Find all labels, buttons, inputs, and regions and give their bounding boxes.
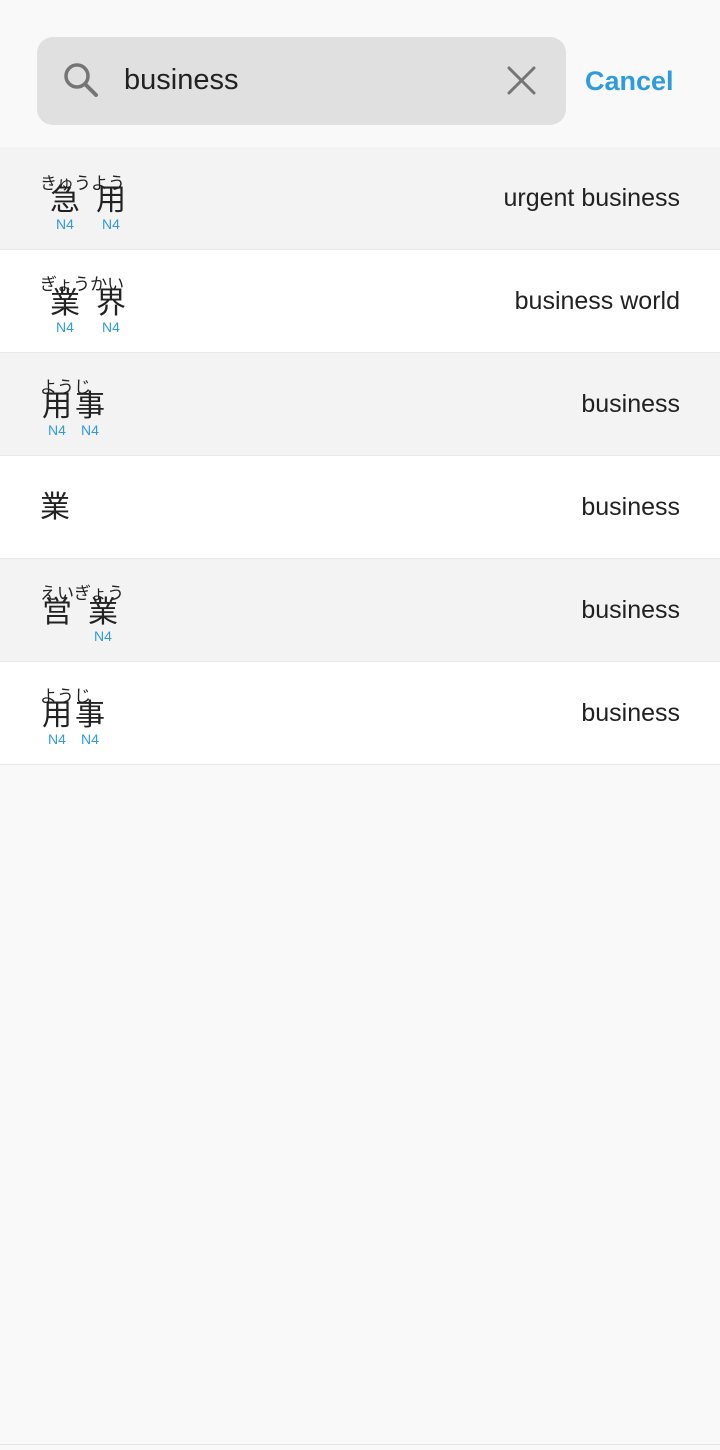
result-row[interactable]: 業 business	[0, 456, 720, 559]
kanji: 界	[96, 286, 126, 321]
kanji-cell: 事 N4	[75, 389, 105, 438]
results-list: きゅうよう 急 N4 用 N4 urgent business ぎょうかい 業 …	[0, 147, 720, 765]
meaning: business	[581, 596, 680, 624]
search-header: Cancel	[0, 0, 720, 147]
level-badge: N4	[48, 731, 66, 747]
result-row[interactable]: えいぎょう 営 業 N4 business	[0, 559, 720, 662]
kanji-line: 業 N4 界 N4	[50, 286, 126, 335]
meaning: business	[581, 390, 680, 418]
kanji: 業	[40, 490, 70, 525]
level-badge: N4	[102, 319, 120, 335]
level-badge: N4	[81, 422, 99, 438]
kanji: 業	[88, 595, 118, 630]
kanji-cell: 急 N4	[50, 183, 80, 232]
level-badge: N4	[102, 216, 120, 232]
kanji-cell: 用 N4	[42, 698, 72, 747]
level-badge: N4	[94, 628, 112, 644]
kanji: 事	[75, 389, 105, 424]
divider	[0, 1444, 720, 1445]
cancel-button[interactable]: Cancel	[585, 62, 674, 100]
level-badge: N4	[81, 731, 99, 747]
result-row[interactable]: ようじ 用 N4 事 N4 business	[0, 662, 720, 765]
kanji-line: 業	[40, 492, 70, 524]
kanji-line: 用 N4 事 N4	[42, 698, 105, 747]
kanji: 業	[50, 286, 80, 321]
level-badge: N4	[48, 422, 66, 438]
kanji-cell: 営	[42, 597, 72, 643]
level-badge: N4	[56, 216, 74, 232]
result-row[interactable]: きゅうよう 急 N4 用 N4 urgent business	[0, 147, 720, 250]
kanji-cell: 用 N4	[96, 183, 126, 232]
kanji-cell: 業	[40, 492, 70, 524]
search-input[interactable]	[124, 58, 484, 102]
kanji-cell: 界 N4	[96, 286, 126, 335]
kanji-cell: 事 N4	[75, 698, 105, 747]
kanji: 用	[42, 389, 72, 424]
level-badge: N4	[56, 319, 74, 335]
kanji-line: 営 業 N4	[42, 595, 118, 644]
meaning: business	[581, 493, 680, 521]
kanji: 事	[75, 698, 105, 733]
kanji-line: 急 N4 用 N4	[50, 183, 126, 232]
kanji: 営	[42, 595, 72, 630]
kanji-cell: 業 N4	[50, 286, 80, 335]
meaning: business	[581, 699, 680, 727]
kanji-line: 用 N4 事 N4	[42, 389, 105, 438]
search-icon	[64, 63, 98, 97]
kanji: 用	[96, 183, 126, 218]
meaning: business world	[514, 287, 680, 315]
kanji: 用	[42, 698, 72, 733]
kanji-cell: 業 N4	[88, 595, 118, 644]
meaning: urgent business	[503, 184, 680, 212]
kanji: 急	[50, 183, 80, 218]
result-row[interactable]: ぎょうかい 業 N4 界 N4 business world	[0, 250, 720, 353]
result-row[interactable]: ようじ 用 N4 事 N4 business	[0, 353, 720, 456]
close-icon[interactable]	[505, 64, 538, 97]
kanji-cell: 用 N4	[42, 389, 72, 438]
